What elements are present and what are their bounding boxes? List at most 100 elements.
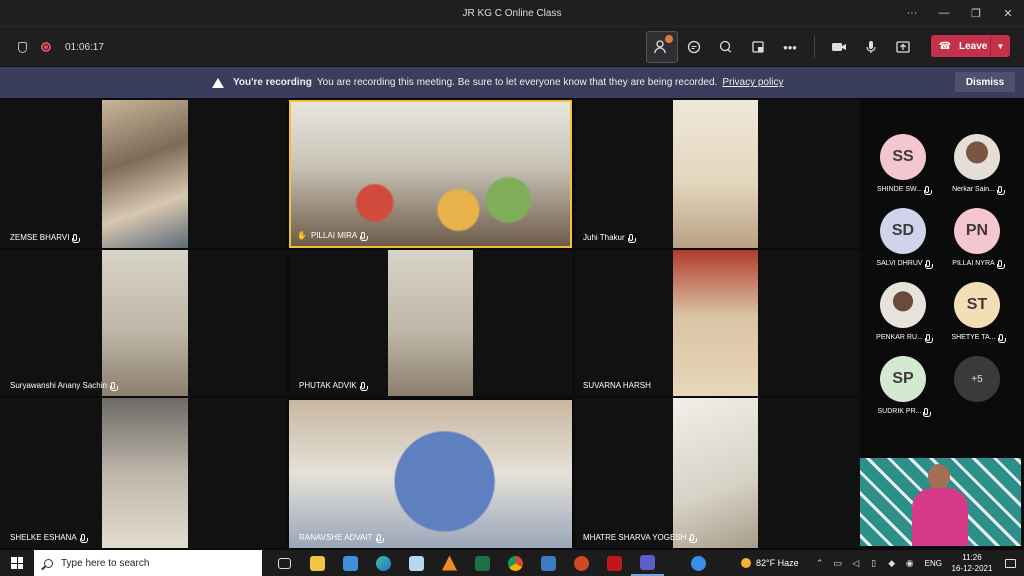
participant-tile[interactable]: RANAVSHE ADVAIT xyxy=(289,400,572,548)
maximize-icon[interactable]: ❐ xyxy=(960,0,992,26)
taskbar-search[interactable]: Type here to search xyxy=(34,550,262,576)
participant-video xyxy=(102,100,188,248)
help-button[interactable] xyxy=(682,550,715,576)
participant-name: Suryawanshi Anany Sachin xyxy=(10,381,107,390)
microphone-icon xyxy=(866,41,876,53)
microphone-icon xyxy=(360,232,369,241)
window-controls: ··· — ❐ ✕ xyxy=(896,0,1024,26)
weather-widget[interactable]: 82°F Haze xyxy=(741,558,799,568)
participant-tile[interactable]: PHUTAK ADVIK xyxy=(289,250,573,396)
roster-name: SHINDE SW... xyxy=(876,186,923,193)
chrome-icon xyxy=(508,555,523,571)
microphone-icon xyxy=(924,186,933,195)
chevron-up-icon[interactable]: ⌃ xyxy=(811,550,829,576)
title-bar: JR KG C Online Class ··· — ❐ ✕ xyxy=(0,0,1024,26)
more-icon[interactable]: ··· xyxy=(896,0,928,26)
roster-person[interactable]: PN PILLAI NYRA xyxy=(942,208,1012,269)
clock[interactable]: 11:26 16-12-2021 xyxy=(948,552,996,574)
recording-title: You're recording xyxy=(233,77,312,88)
roster-person[interactable]: SS SHINDE SW... xyxy=(868,134,938,195)
notifications-button[interactable] xyxy=(996,550,1024,576)
notification-icon xyxy=(1004,558,1016,568)
mcafee-button[interactable] xyxy=(598,550,631,576)
microphone-icon xyxy=(359,382,368,391)
privacy-policy-link[interactable]: Privacy policy xyxy=(722,77,783,88)
participant-tile-pinned[interactable]: ✋ PILLAI MIRA xyxy=(289,100,572,248)
participant-name-tag: RANAVSHE ADVAIT xyxy=(299,533,384,543)
dismiss-button[interactable]: Dismiss xyxy=(955,72,1015,92)
avatar: ST xyxy=(954,282,1000,328)
self-view[interactable] xyxy=(860,458,1021,546)
participant-tile[interactable]: MHATRE SHARVA YOGESH xyxy=(575,398,860,548)
participant-name-tag: PHUTAK ADVIK xyxy=(299,381,368,391)
share-button[interactable] xyxy=(887,31,919,63)
reaction-icon xyxy=(719,40,732,53)
microphone-icon xyxy=(923,408,932,417)
more-actions-button[interactable]: ••• xyxy=(774,31,806,63)
mic-button[interactable] xyxy=(855,31,887,63)
participant-tile[interactable]: Juhi Thakur xyxy=(575,100,860,248)
close-icon[interactable]: ✕ xyxy=(992,0,1024,26)
breakout-icon xyxy=(752,41,764,53)
roster-person[interactable]: SP SUDRIK PR... xyxy=(868,356,938,417)
volume-icon[interactable]: ◁ xyxy=(847,550,865,576)
microphone-icon xyxy=(109,382,118,391)
hang-up-icon: ☎ xyxy=(938,40,952,52)
window-title: JR KG C Online Class xyxy=(462,7,562,19)
edge-button[interactable] xyxy=(367,550,400,576)
start-button[interactable] xyxy=(0,550,34,576)
participant-video xyxy=(388,250,473,396)
edge-icon xyxy=(376,555,391,571)
powerpoint-button[interactable] xyxy=(565,550,598,576)
mail-button[interactable] xyxy=(334,550,367,576)
roster-person[interactable]: ST SHETYE TA... xyxy=(942,282,1012,343)
teams-meeting-window: JR KG C Online Class ··· — ❐ ✕ 01:06:17 xyxy=(0,0,1024,576)
input-language[interactable]: ENG xyxy=(925,559,942,568)
excel-button[interactable] xyxy=(466,550,499,576)
reactions-button[interactable] xyxy=(710,31,742,63)
chevron-down-icon[interactable]: ▼ xyxy=(990,35,1010,57)
vlc-button[interactable] xyxy=(433,550,466,576)
network-icon[interactable]: ▭ xyxy=(829,550,847,576)
participant-name-tag: Juhi Thakur xyxy=(583,233,636,243)
roster-name: SHETYE TA... xyxy=(951,334,996,341)
chat-button[interactable] xyxy=(678,31,710,63)
leave-button[interactable]: ☎ Leave ▼ xyxy=(931,35,1010,57)
participant-tile[interactable]: ZEMSE BHARVI xyxy=(0,100,287,248)
antivirus-icon[interactable]: ◆ xyxy=(883,550,901,576)
participants-button[interactable] xyxy=(646,31,678,63)
python-button[interactable] xyxy=(532,550,565,576)
microphone-icon xyxy=(924,260,933,269)
microphone-icon xyxy=(375,534,384,543)
chrome-button[interactable] xyxy=(499,550,532,576)
minimize-icon[interactable]: — xyxy=(928,0,960,26)
participant-tile[interactable]: Suryawanshi Anany Sachin xyxy=(0,250,287,396)
meet-now-icon[interactable]: ◉ xyxy=(901,550,919,576)
file-explorer-button[interactable] xyxy=(301,550,334,576)
camera-icon xyxy=(832,43,846,51)
task-view-button[interactable] xyxy=(268,550,301,576)
meeting-status: 01:06:17 xyxy=(18,27,104,67)
teams-icon xyxy=(640,554,655,570)
participant-name: RANAVSHE ADVAIT xyxy=(299,533,373,542)
roster-more[interactable]: +5 xyxy=(942,356,1012,402)
paint-button[interactable] xyxy=(400,550,433,576)
roster-name-row: SHINDE SW... xyxy=(868,186,938,195)
rooms-button[interactable] xyxy=(742,31,774,63)
participant-tile[interactable]: SHELKE ESHANA xyxy=(0,398,287,548)
roster-person[interactable]: SD SALVI DHRUV xyxy=(868,208,938,269)
participant-name-tag: MHATRE SHARVA YOGESH xyxy=(583,533,698,543)
participant-name-tag: SHELKE ESHANA xyxy=(10,533,88,543)
roster-person[interactable]: Nerkar Sain... xyxy=(942,134,1012,195)
warning-icon xyxy=(212,77,224,88)
roster-person[interactable]: PENKAR RU... xyxy=(868,282,938,343)
weather-text: 82°F Haze xyxy=(756,558,799,568)
self-head xyxy=(928,464,950,490)
participant-tile[interactable]: SUVARNA HARSH xyxy=(575,250,860,396)
teams-button[interactable] xyxy=(631,550,664,576)
battery-icon[interactable]: ▯ xyxy=(865,550,883,576)
camera-button[interactable] xyxy=(823,31,855,63)
participant-name-tag: ZEMSE BHARVI xyxy=(10,233,81,243)
powerpoint-icon xyxy=(574,555,589,571)
roster-name-row: SUDRIK PR... xyxy=(868,408,938,417)
